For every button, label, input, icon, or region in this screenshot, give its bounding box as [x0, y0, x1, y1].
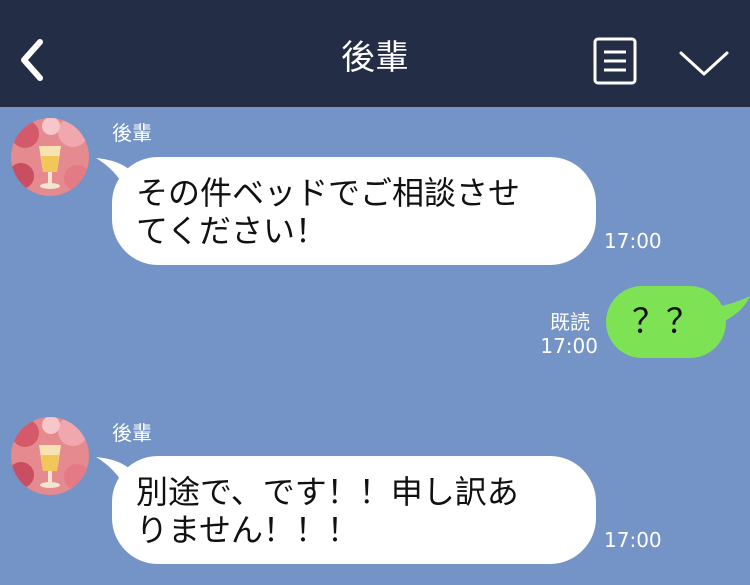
message-bubble[interactable]: その件ベッドでご相談させ てください！	[112, 157, 596, 265]
sender-name: 後輩	[112, 421, 152, 445]
message-time: 17:00	[604, 229, 662, 253]
chevron-down-icon	[679, 51, 729, 76]
chat-header: 後輩	[0, 0, 750, 107]
message-text-line: その件ベッドでご相談させ	[136, 174, 521, 212]
message-bubble[interactable]: 別途で、です！！申し訳あ りません！！！	[112, 456, 596, 564]
flower-drink-avatar-icon	[11, 417, 89, 495]
message-bubble[interactable]: ？？	[606, 286, 726, 358]
message-text-line: てください！	[136, 212, 328, 250]
flower-drink-avatar-icon	[11, 118, 89, 196]
back-button[interactable]	[14, 38, 54, 82]
notes-menu-icon	[593, 37, 637, 85]
chat-title: 後輩	[341, 38, 409, 78]
message-text-line: 別途で、です！！申し訳あ	[136, 473, 519, 511]
sender-name: 後輩	[112, 121, 152, 145]
collapse-button[interactable]	[678, 48, 730, 78]
message-text-line: りません！！！	[136, 511, 360, 549]
read-receipt: 既読	[550, 310, 590, 334]
menu-button[interactable]	[592, 36, 638, 86]
avatar[interactable]	[11, 417, 89, 495]
chevron-left-icon	[21, 39, 43, 81]
message-time: 17:00	[540, 334, 598, 358]
message-time: 17:00	[604, 528, 662, 552]
avatar[interactable]	[11, 118, 89, 196]
